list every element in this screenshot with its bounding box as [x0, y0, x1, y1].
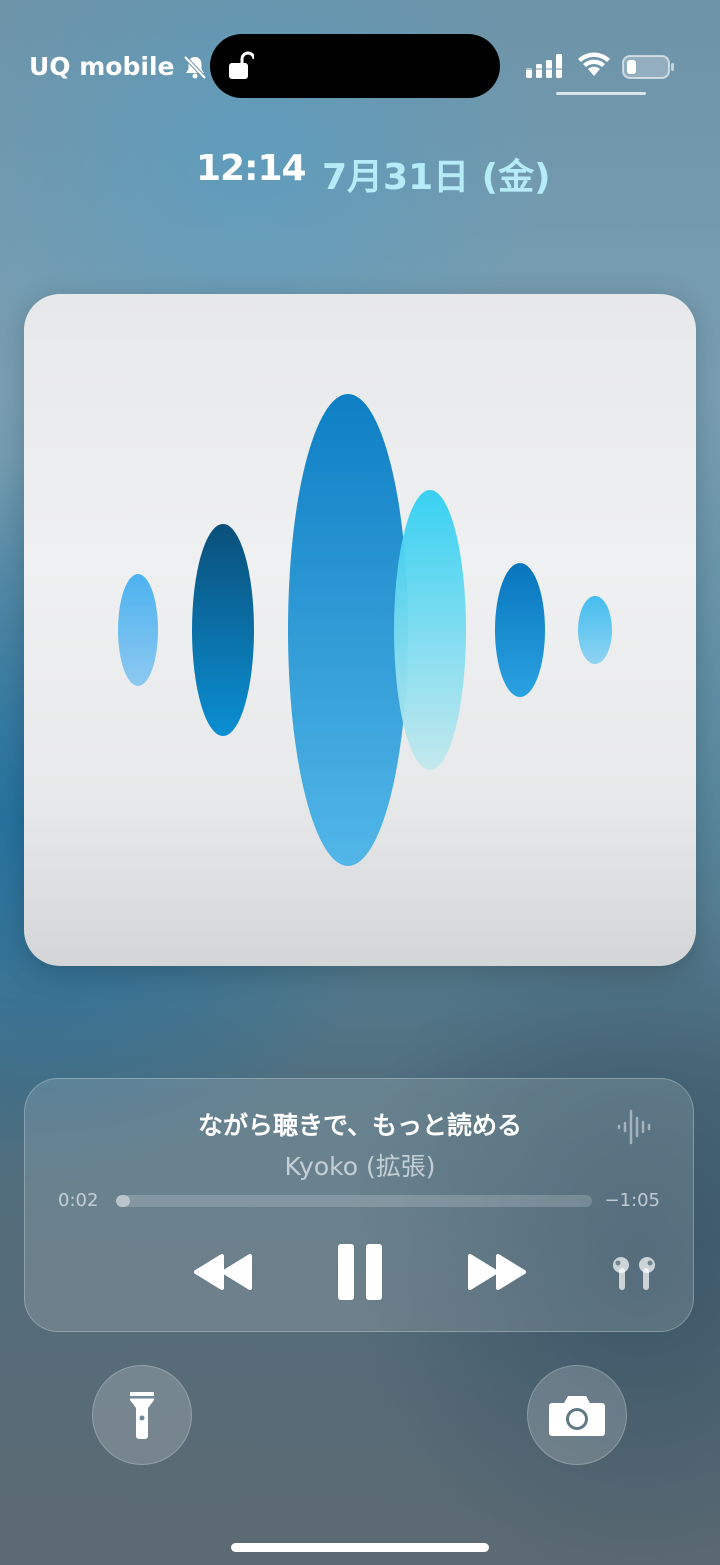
lock-open-icon	[229, 51, 254, 79]
bell-slash-icon	[184, 55, 207, 79]
pause-icon	[338, 1244, 382, 1300]
progress-slider[interactable]	[116, 1195, 592, 1207]
carrier-name: UQ mobile	[29, 52, 175, 81]
track-title: ながら聴きで、もっと読める	[197, 1111, 522, 1140]
pause-button[interactable]	[335, 1242, 385, 1302]
fast-forward-button[interactable]	[464, 1250, 532, 1294]
wave-bar	[394, 490, 466, 770]
camera-icon	[549, 1396, 605, 1436]
flashlight-icon	[130, 1392, 154, 1439]
audio-waveform-icon[interactable]	[615, 1108, 655, 1146]
home-indicator[interactable]	[231, 1543, 489, 1552]
wave-bar	[192, 524, 254, 736]
elapsed-time: 0:02	[58, 1190, 99, 1211]
wave-bar	[118, 574, 158, 686]
clock-time: 12:14	[196, 148, 307, 189]
flashlight-button[interactable]	[92, 1365, 192, 1465]
date-label: 7月31日 (金)	[322, 157, 551, 198]
track-artist: Kyoko (拡張)	[284, 1152, 436, 1181]
camera-button[interactable]	[527, 1365, 627, 1465]
wave-bar	[495, 563, 545, 697]
status-indicator-bar	[556, 92, 646, 95]
wifi-icon	[578, 52, 610, 76]
waveform-artwork	[118, 394, 612, 866]
signal-icon	[526, 54, 562, 78]
wave-bar	[578, 596, 612, 664]
album-artwork[interactable]	[24, 294, 696, 966]
carrier-label: UQ mobile	[29, 52, 208, 81]
fast-forward-icon	[468, 1254, 526, 1290]
rewind-icon	[194, 1254, 252, 1290]
progress-fill	[116, 1195, 131, 1207]
battery-icon	[622, 55, 674, 79]
rewind-button[interactable]	[188, 1250, 256, 1294]
remaining-time: −1:05	[604, 1190, 660, 1211]
wave-bar	[288, 394, 408, 866]
airpods-button[interactable]	[610, 1254, 658, 1292]
